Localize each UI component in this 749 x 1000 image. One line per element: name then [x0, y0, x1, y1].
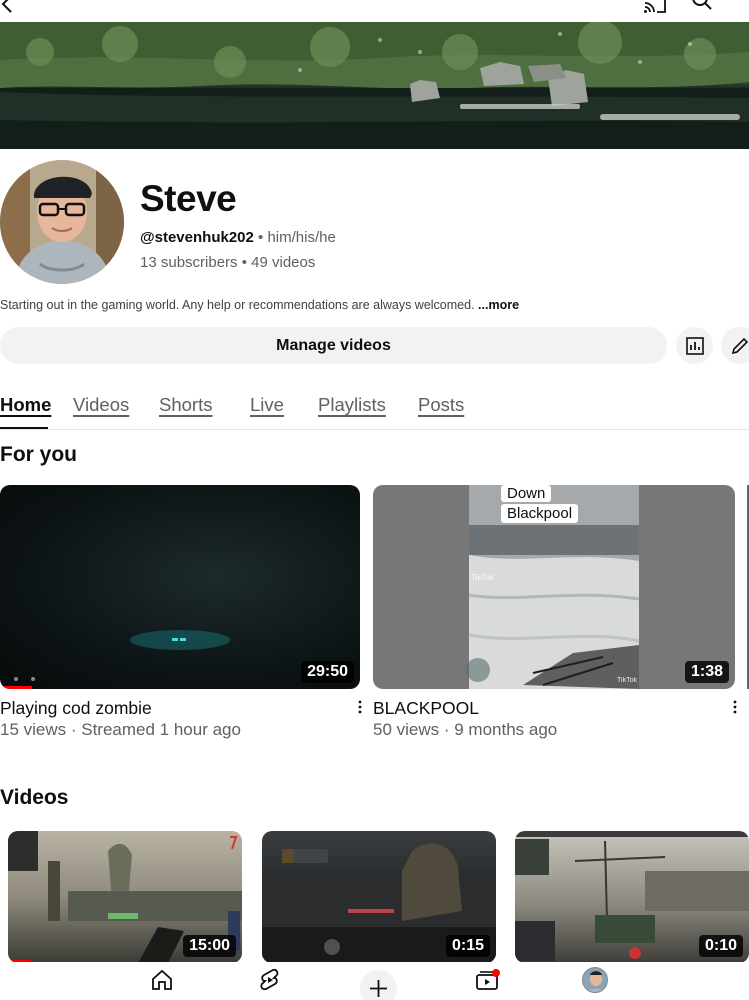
back-arrow-icon[interactable]: [0, 0, 20, 16]
channel-stats: 13 subscribers • 49 videos: [140, 254, 315, 271]
video-duration: 0:15: [445, 935, 490, 957]
separator-dot: •: [237, 254, 252, 271]
overlay-caption-line: Blackpool: [501, 504, 579, 523]
cast-icon[interactable]: [643, 0, 667, 14]
section-title-videos: Videos: [0, 786, 69, 809]
create-button[interactable]: [360, 970, 397, 1000]
tab-home[interactable]: Home: [0, 394, 51, 416]
tab-shorts[interactable]: Shorts: [159, 394, 212, 416]
shorts-icon[interactable]: [258, 968, 282, 992]
video-thumbnail[interactable]: 29:50: [0, 485, 360, 689]
channel-description[interactable]: Starting out in the gaming world. Any he…: [0, 298, 519, 312]
thumbnail-image: [14, 630, 230, 681]
channel-tabs: Home Videos Shorts Live Playlists Posts: [0, 394, 749, 430]
tab-videos[interactable]: Videos: [73, 394, 129, 416]
video-meta: 50 views · 9 months ago: [373, 720, 558, 739]
video-meta: 15 views · Streamed 1 hour ago: [0, 720, 241, 739]
subscriber-count: 13 subscribers: [140, 254, 238, 271]
analytics-icon: [685, 336, 704, 355]
manage-videos-button[interactable]: Manage videos: [0, 327, 667, 364]
video-duration: 0:10: [698, 935, 743, 957]
avatar-icon[interactable]: [582, 967, 608, 993]
video-thumbnail[interactable]: 15:00: [8, 831, 242, 963]
video-duration: 29:50: [301, 661, 354, 683]
plus-icon: [370, 980, 387, 997]
subscriptions-icon[interactable]: [475, 968, 501, 992]
home-icon[interactable]: [150, 968, 174, 992]
channel-handle: @stevenhuk202: [140, 229, 254, 246]
watch-progress-bar: [0, 686, 33, 689]
channel-pronouns: him/his/he: [267, 229, 336, 246]
tiktok-watermark: TikTok: [617, 677, 637, 684]
tiktok-watermark: TikTok: [471, 573, 494, 582]
more-vert-icon[interactable]: [732, 699, 738, 715]
channel-avatar[interactable]: [0, 160, 124, 284]
more-vert-icon[interactable]: [357, 699, 363, 715]
section-title-for-you: For you: [0, 443, 77, 466]
video-title[interactable]: Playing cod zombie: [0, 698, 152, 719]
edit-channel-button[interactable]: [721, 327, 749, 364]
video-count: 49 videos: [251, 254, 316, 271]
channel-name: Steve: [140, 178, 237, 219]
video-duration: 1:38: [684, 661, 729, 683]
pencil-icon: [731, 337, 748, 354]
channel-handle-row: @stevenhuk202 • him/his/he: [140, 229, 336, 246]
channel-banner: [0, 22, 749, 149]
analytics-button[interactable]: [676, 327, 713, 364]
separator-dot: •: [253, 229, 268, 246]
video-duration: 15:00: [183, 935, 236, 957]
active-tab-indicator: [0, 427, 48, 429]
top-app-bar: [0, 0, 749, 22]
bottom-navigation: [0, 962, 749, 1000]
tab-live[interactable]: Live: [250, 394, 284, 416]
video-title[interactable]: BLACKPOOL: [373, 698, 479, 719]
video-thumbnail[interactable]: Down Blackpool TikTok TikTok 1:38: [373, 485, 735, 689]
description-text: Starting out in the gaming world. Any he…: [0, 298, 475, 312]
video-thumbnail[interactable]: 0:10: [515, 831, 749, 963]
overlay-caption-line: Down: [501, 485, 552, 502]
tab-posts[interactable]: Posts: [418, 394, 464, 416]
tab-playlists[interactable]: Playlists: [318, 394, 386, 416]
search-icon[interactable]: [690, 0, 714, 14]
more-link[interactable]: ...more: [478, 298, 519, 312]
video-thumbnail[interactable]: 0:15: [262, 831, 496, 963]
